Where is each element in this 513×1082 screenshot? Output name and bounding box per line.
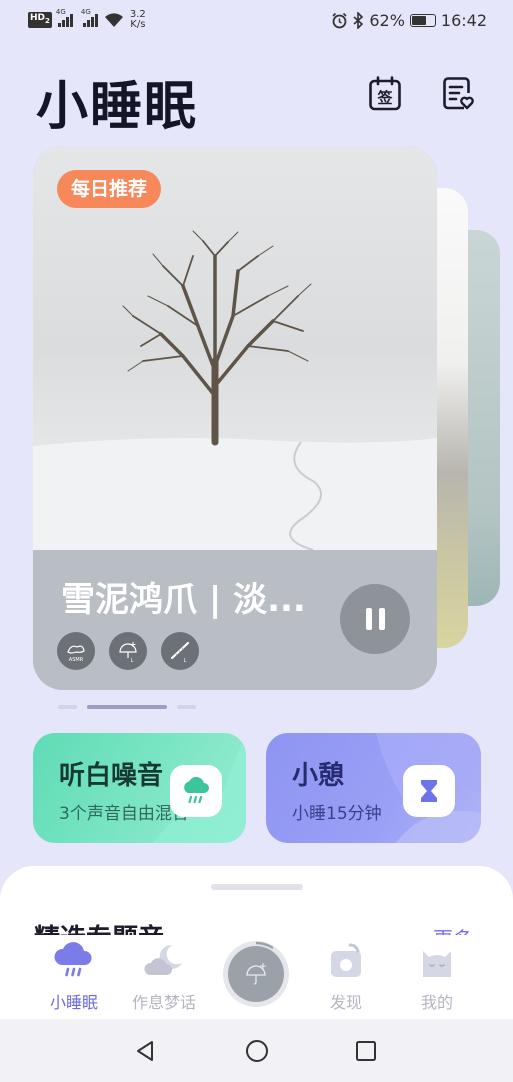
track-tags: ASMR L L [57, 632, 199, 670]
white-noise-title: 听白噪音 [59, 761, 164, 791]
page-dot[interactable] [58, 705, 77, 709]
hourglass-icon [403, 765, 455, 817]
page-dot-active[interactable] [87, 705, 167, 709]
alarm-icon [332, 12, 347, 29]
checkin-calendar-button[interactable]: 签 [368, 76, 402, 112]
recents-icon[interactable] [354, 1039, 378, 1063]
carousel-pagination [58, 705, 196, 709]
tab-label: 我的 [420, 993, 453, 1012]
signal-icon: 4G [56, 8, 73, 27]
wifi-icon [104, 12, 123, 27]
battery-icon [409, 14, 436, 27]
page-dot[interactable] [177, 705, 196, 709]
card-info-panel: 雪泥鸿爪 | 淡... ASMR L L [33, 550, 437, 690]
network-speed: 3.2 K/s [129, 9, 146, 30]
section-more-link[interactable]: 更多 [433, 922, 473, 936]
nap-title: 小憩 [292, 761, 345, 791]
nap-card[interactable]: 小憩 小睡15分钟 [266, 733, 481, 843]
progress-ring [255, 941, 274, 950]
flute-icon: L [161, 632, 199, 670]
svg-text:签: 签 [376, 89, 393, 107]
signal-icon: 4G [81, 8, 98, 27]
system-navigation-bar [0, 1019, 513, 1082]
tab-label: 小睡眠 [49, 993, 98, 1012]
hd-badge: HD2 [28, 12, 52, 28]
section-title: 精选专题音 [34, 922, 164, 936]
tab-label: 发现 [329, 993, 362, 1012]
card-artwork-image: 每日推荐 [33, 146, 437, 551]
white-noise-card[interactable]: 听白噪音 3个声音自由混合 [33, 733, 246, 843]
sheet-drag-handle[interactable] [211, 884, 303, 890]
pause-icon [365, 608, 372, 630]
tab-discover[interactable]: 发现 [301, 935, 391, 1013]
svg-text:ASMR: ASMR [69, 657, 84, 663]
now-playing-button[interactable] [223, 941, 289, 1007]
tab-label: 作息梦话 [131, 993, 196, 1012]
clock: 16:42 [440, 11, 487, 30]
pause-button[interactable] [340, 584, 410, 654]
status-right: 62% 16:42 [331, 11, 487, 30]
tab-sleep[interactable]: 小睡眠 [29, 935, 119, 1013]
rain-cloud-icon [170, 765, 222, 817]
status-left: HD2 4G 4G 3.2 K/s [28, 8, 146, 30]
discover-icon [331, 943, 361, 977]
favorites-list-button[interactable] [442, 76, 476, 112]
back-icon[interactable] [133, 1039, 157, 1063]
page-title: 小睡眠 [36, 77, 199, 137]
svg-text:L: L [184, 658, 187, 664]
carousel-card-daily[interactable]: 每日推荐 雪泥鸿爪 | 淡... ASMR L L [33, 146, 437, 690]
battery-percent: 62% [369, 11, 405, 30]
track-title: 雪泥鸿爪 | 淡... [61, 580, 306, 620]
asmr-icon: ASMR [57, 632, 95, 670]
status-bar: HD2 4G 4G 3.2 K/s 62% 16:42 [0, 0, 513, 42]
snow-umbrella-icon: L [109, 632, 147, 670]
bottom-tab-bar: 小睡眠 作息梦话 发现 我的 [0, 935, 513, 1019]
calendar-checkin-icon: 签 [369, 76, 401, 111]
list-heart-icon [443, 77, 474, 110]
svg-text:L: L [131, 658, 134, 664]
nap-subtitle: 小睡15分钟 [292, 804, 382, 824]
moon-cloud-icon [144, 944, 182, 975]
cat-icon [423, 951, 451, 977]
tab-mine[interactable]: 我的 [392, 935, 482, 1013]
bluetooth-icon [353, 12, 364, 29]
rain-cloud-icon [54, 942, 92, 977]
tab-schedule-dream[interactable]: 作息梦话 [119, 935, 209, 1013]
home-icon[interactable] [245, 1039, 269, 1063]
daily-recommend-badge: 每日推荐 [57, 170, 162, 208]
